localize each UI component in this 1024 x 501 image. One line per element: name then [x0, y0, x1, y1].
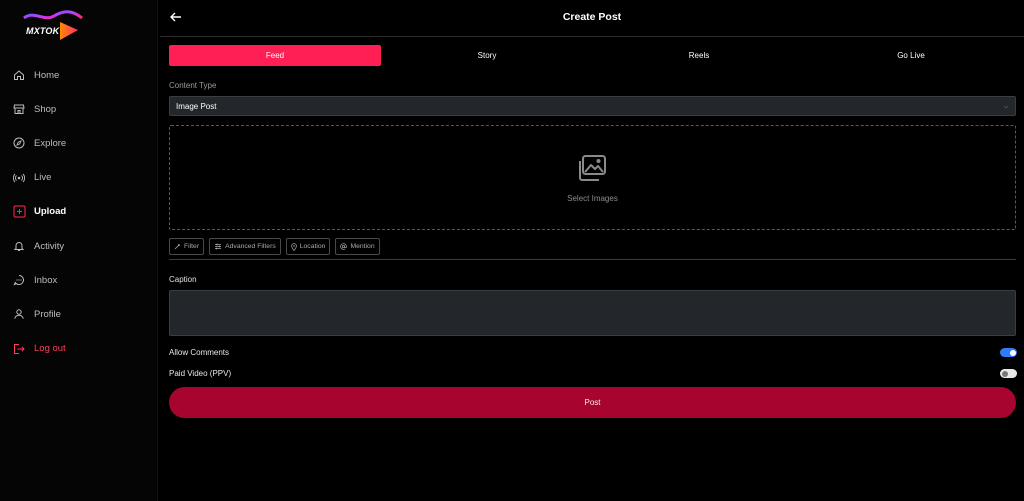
logo-text: MXTOK — [26, 26, 60, 36]
chat-icon — [12, 273, 26, 287]
sidebar-item-profile[interactable]: Profile — [0, 297, 158, 331]
live-icon — [12, 171, 26, 185]
paid-video-toggle[interactable] — [1000, 369, 1017, 378]
sidebar-item-label: Home — [34, 69, 60, 81]
filter-button[interactable]: Filter — [169, 238, 205, 255]
mention-button[interactable]: Mention — [335, 238, 380, 255]
logout-icon — [12, 342, 26, 356]
bell-icon — [12, 239, 26, 253]
sidebar-item-label: Profile — [34, 308, 61, 320]
content-type-select[interactable]: Image Post — [169, 96, 1016, 116]
paid-video-label: Paid Video (PPV) — [169, 369, 232, 378]
mxtok-logo[interactable]: MXTOK — [20, 8, 90, 44]
allow-comments-label: Allow Comments — [169, 348, 230, 357]
page-title: Create Post — [562, 11, 622, 23]
header: Create Post — [160, 0, 1024, 37]
pin-icon — [290, 242, 297, 251]
sidebar-item-label: Log out — [34, 343, 66, 355]
sidebar-item-upload[interactable]: Upload — [0, 195, 158, 229]
divider — [169, 259, 1016, 260]
content-type-label: Content Type — [169, 81, 217, 90]
tab-story[interactable]: Story — [381, 45, 593, 66]
compass-icon — [12, 136, 26, 150]
images-icon — [575, 153, 609, 185]
content-type-value: Image Post — [176, 101, 217, 111]
sidebar-item-label: Activity — [34, 240, 65, 252]
sidebar-item-shop[interactable]: Shop — [0, 92, 158, 126]
advanced-filters-button[interactable]: Advanced Filters — [209, 238, 281, 255]
chevron-down-icon — [1003, 103, 1009, 109]
tab-go-live[interactable]: Go Live — [805, 45, 1017, 66]
sidebar-item-label: Inbox — [34, 274, 58, 286]
home-icon — [12, 68, 26, 82]
location-button[interactable]: Location — [285, 238, 331, 255]
caption-input[interactable] — [169, 290, 1016, 336]
sidebar-item-activity[interactable]: Activity — [0, 229, 158, 263]
plus-square-icon — [12, 205, 26, 219]
post-tools: Filter Advanced Filters Location Mention — [169, 238, 380, 255]
wand-icon — [174, 244, 180, 250]
sidebar-item-label: Shop — [34, 103, 57, 115]
paid-video-row: Paid Video (PPV) — [169, 367, 1017, 381]
shop-icon — [12, 102, 26, 116]
sidebar-item-inbox[interactable]: Inbox — [0, 263, 158, 297]
tab-feed[interactable]: Feed — [169, 45, 381, 66]
caption-label: Caption — [169, 275, 197, 284]
sidebar-item-label: Upload — [34, 206, 67, 218]
sidebar-item-label: Explore — [34, 137, 67, 149]
location-label: Location — [299, 243, 326, 250]
allow-comments-row: Allow Comments — [169, 346, 1017, 360]
sidebar-nav: Home Shop Explore Live Upload Activity I… — [0, 58, 158, 366]
sliders-icon — [215, 243, 222, 250]
sidebar: MXTOK Home Shop Explore Live Upload Acti… — [0, 0, 158, 501]
sidebar-item-explore[interactable]: Explore — [0, 126, 158, 160]
image-dropzone[interactable]: Select Images — [169, 125, 1016, 230]
sidebar-item-live[interactable]: Live — [0, 161, 158, 195]
create-post-panel: Create Post Feed Story Reels Go Live Con… — [160, 0, 1024, 501]
allow-comments-toggle[interactable] — [1000, 348, 1017, 357]
sidebar-item-home[interactable]: Home — [0, 58, 158, 92]
select-images-label: Select Images — [567, 194, 618, 203]
advanced-filters-label: Advanced Filters — [225, 243, 276, 250]
filter-label: Filter — [184, 243, 200, 250]
post-button[interactable]: Post — [169, 387, 1016, 418]
tab-reels[interactable]: Reels — [593, 45, 805, 66]
sidebar-item-label: Live — [34, 172, 52, 184]
sidebar-item-logout[interactable]: Log out — [0, 332, 158, 366]
post-type-tabs: Feed Story Reels Go Live — [169, 45, 1017, 66]
app-root: MXTOK Home Shop Explore Live Upload Acti… — [0, 0, 1024, 501]
user-icon — [12, 307, 26, 321]
mention-label: Mention — [350, 243, 375, 250]
at-icon — [340, 243, 348, 250]
